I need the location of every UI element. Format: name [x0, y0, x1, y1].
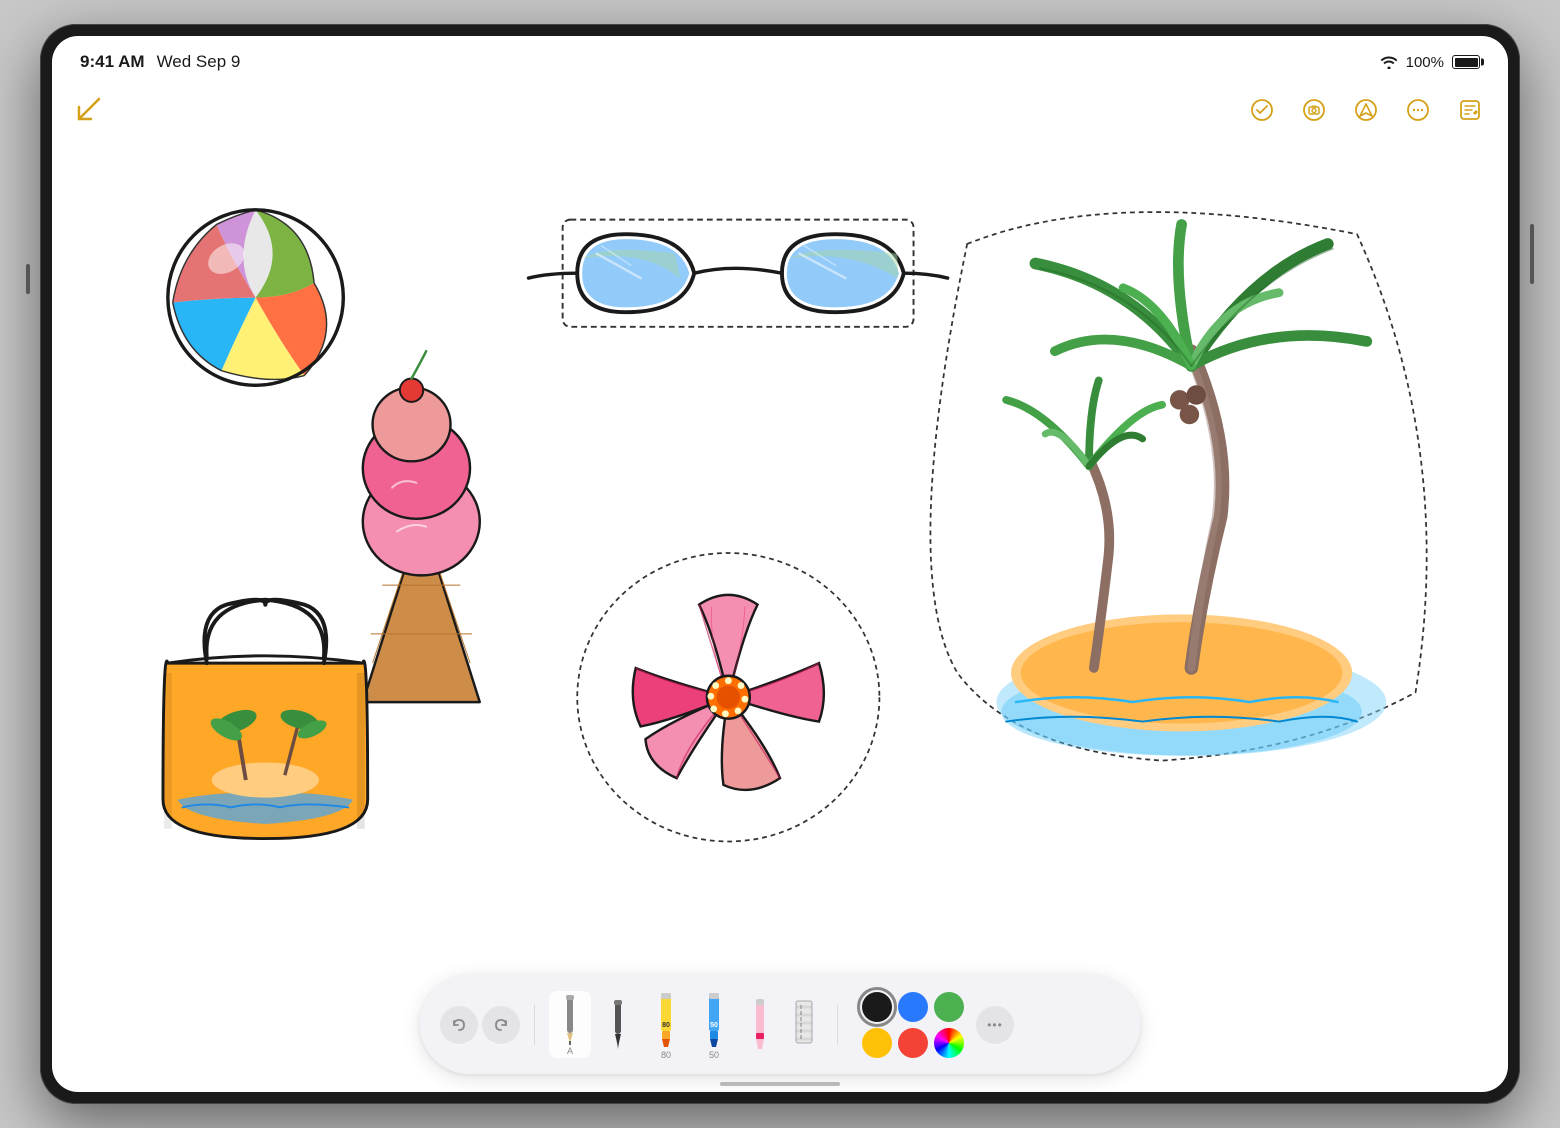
check-button[interactable] — [1248, 96, 1276, 124]
ruler-tool[interactable] — [785, 995, 823, 1055]
color-rainbow[interactable] — [934, 1028, 964, 1058]
pencil-icon — [560, 993, 580, 1045]
yellow-marker-tool[interactable]: 80 80 — [645, 987, 687, 1062]
ellipsis-button[interactable] — [1404, 96, 1432, 124]
pencil-label: A — [567, 1046, 573, 1056]
beach-bag-drawing — [163, 600, 368, 839]
status-date: Wed Sep 9 — [157, 52, 241, 72]
volume-button — [26, 264, 30, 294]
check-icon — [1250, 98, 1274, 122]
edit-icon — [1458, 98, 1482, 122]
ipad-frame: 9:41 AM Wed Sep 9 100% — [40, 24, 1520, 1104]
ellipsis-icon — [1406, 98, 1430, 122]
more-icon: ••• — [987, 1018, 1003, 1032]
collapse-button[interactable] — [76, 96, 102, 128]
battery-fill — [1455, 58, 1478, 67]
redo-button[interactable] — [482, 1006, 520, 1044]
hibiscus-drawing — [577, 553, 879, 842]
drawing-canvas[interactable] — [52, 88, 1508, 1092]
bottom-toolbar: A 80 80 — [420, 975, 1140, 1074]
color-black[interactable] — [862, 992, 892, 1022]
svg-text:50: 50 — [710, 1022, 718, 1029]
eraser-icon — [751, 995, 769, 1053]
yellow-marker-icon: 80 — [656, 989, 676, 1049]
edit-button[interactable] — [1456, 96, 1484, 124]
ipad-screen: 9:41 AM Wed Sep 9 100% — [52, 36, 1508, 1092]
wifi-icon — [1380, 55, 1398, 69]
undo-button[interactable] — [440, 1006, 478, 1044]
side-button — [1530, 224, 1534, 284]
divider-1 — [534, 1005, 535, 1045]
sunglasses-drawing — [529, 220, 948, 327]
yellow-marker-label: 80 — [661, 1050, 671, 1060]
more-options-button[interactable]: ••• — [976, 1006, 1014, 1044]
beach-ball-drawing — [168, 210, 343, 385]
undo-redo-section — [440, 1006, 520, 1044]
divider-2 — [837, 1005, 838, 1045]
camera-icon — [1302, 98, 1326, 122]
blue-marker-label: 50 — [709, 1050, 719, 1060]
status-left: 9:41 AM Wed Sep 9 — [80, 52, 240, 72]
status-right: 100% — [1380, 54, 1480, 71]
pen-tool[interactable] — [597, 996, 639, 1053]
color-yellow[interactable] — [862, 1028, 892, 1058]
color-green[interactable] — [934, 992, 964, 1022]
svg-text:80: 80 — [662, 1022, 670, 1029]
color-picker — [862, 992, 964, 1058]
eraser-tool[interactable] — [741, 993, 779, 1056]
location-icon — [1354, 98, 1378, 122]
pen-icon — [609, 998, 627, 1050]
location-button[interactable] — [1352, 96, 1380, 124]
blue-marker-tool[interactable]: 50 50 — [693, 987, 735, 1062]
battery-icon — [1452, 55, 1480, 69]
color-red[interactable] — [898, 1028, 928, 1058]
ice-cream-drawing — [363, 351, 480, 702]
status-bar: 9:41 AM Wed Sep 9 100% — [52, 36, 1508, 88]
toolbar-topright — [1248, 96, 1484, 124]
home-indicator — [720, 1082, 840, 1086]
status-time: 9:41 AM — [80, 52, 145, 72]
ruler-icon — [793, 997, 815, 1052]
blue-marker-icon: 50 — [704, 989, 724, 1049]
toolbar-topleft — [76, 96, 102, 128]
camera-button[interactable] — [1300, 96, 1328, 124]
pencil-tool[interactable]: A — [549, 991, 591, 1058]
collapse-icon — [76, 96, 102, 122]
color-blue[interactable] — [898, 992, 928, 1022]
battery-percentage: 100% — [1406, 54, 1444, 71]
palm-island-drawing — [930, 212, 1426, 761]
